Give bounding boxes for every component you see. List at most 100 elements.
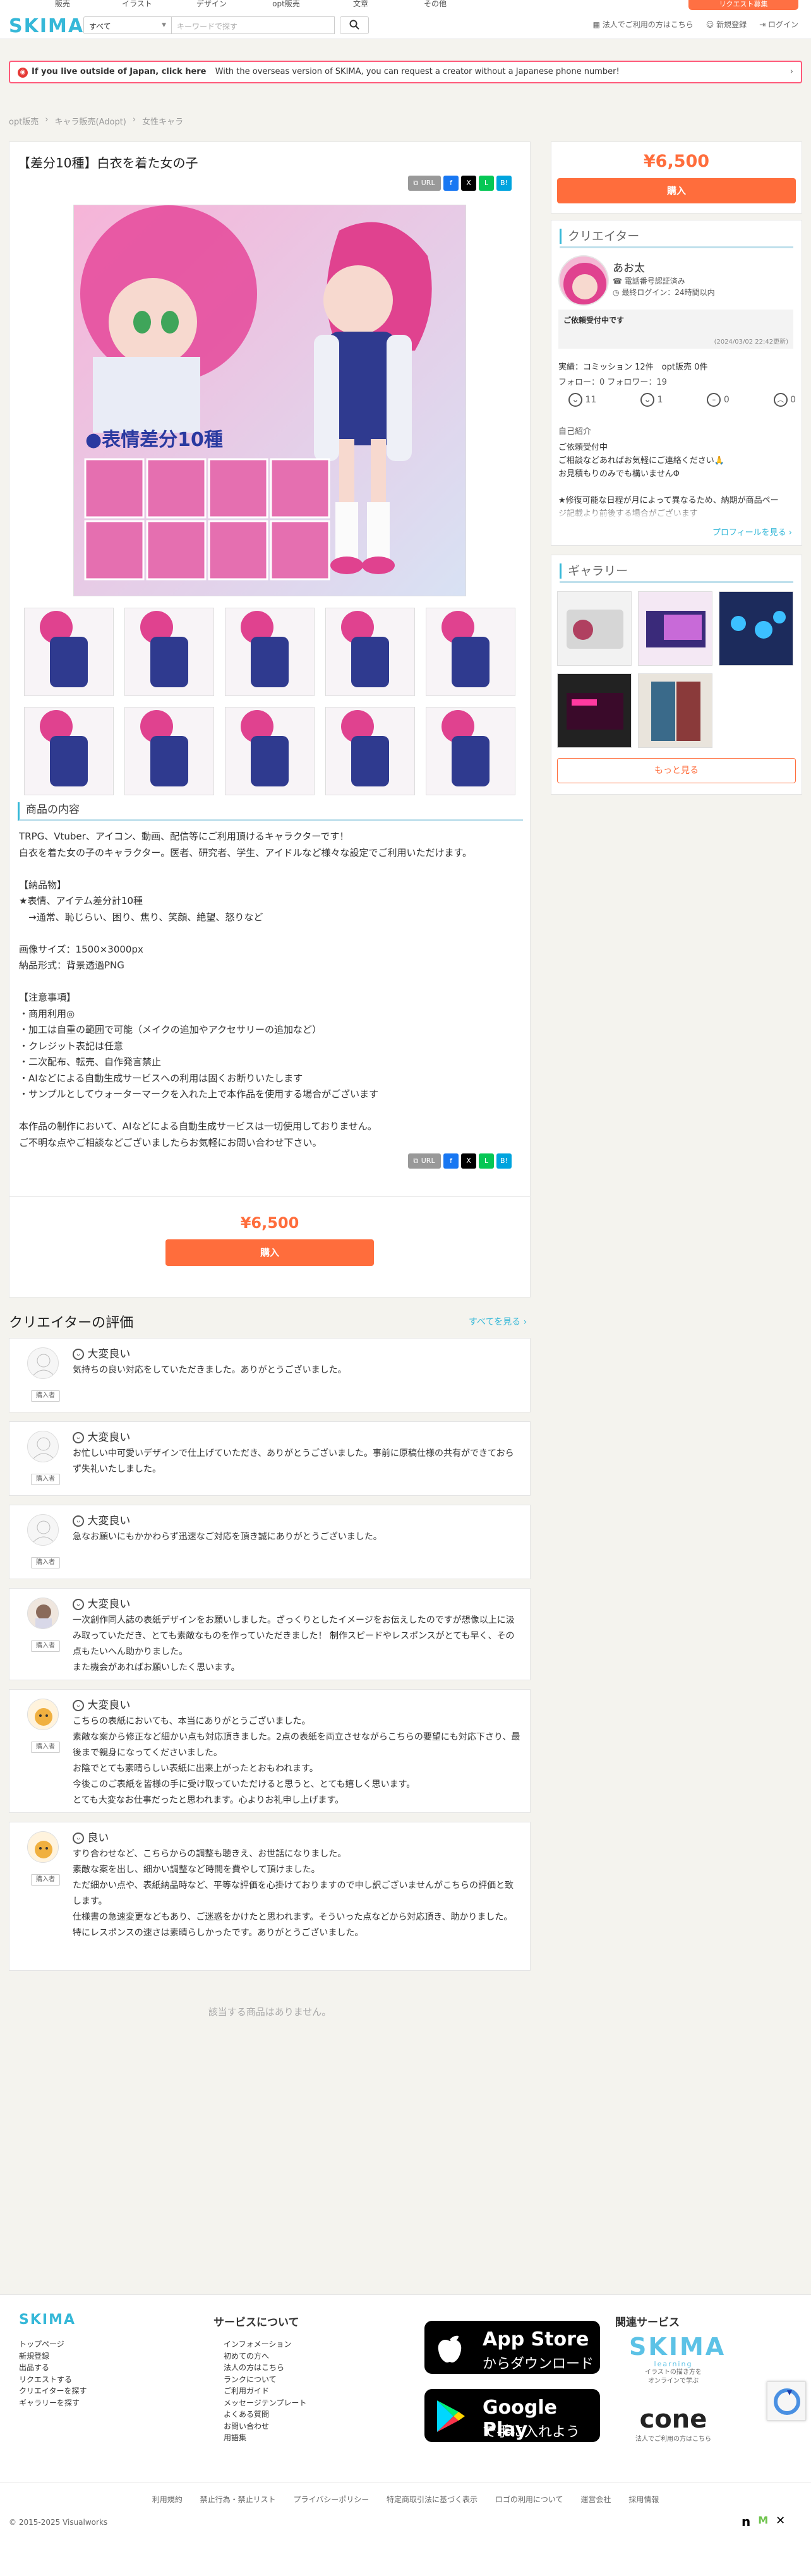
gallery-item[interactable] xyxy=(638,673,712,748)
request-button[interactable]: リクエスト募集 xyxy=(688,0,798,10)
thumbnail[interactable] xyxy=(124,608,214,696)
skima-learning-link[interactable]: SKIMA learning イラストの描き方を オンラインで学ぶ xyxy=(629,2333,724,2386)
category-select[interactable]: すべて ▼ xyxy=(83,16,172,34)
search-button[interactable] xyxy=(340,16,369,34)
footer-link[interactable]: 運営会社 xyxy=(580,2495,611,2504)
note-icon[interactable]: n xyxy=(742,2514,750,2529)
footer-link[interactable]: 初めての方へ xyxy=(224,2350,306,2362)
buy-button-bottom[interactable]: 購入 xyxy=(165,1239,374,1266)
topnav-item-sell[interactable]: 販売 xyxy=(25,0,100,8)
x-icon[interactable]: X xyxy=(461,1153,476,1169)
review-rating: ᴗ 大変良い xyxy=(73,1345,130,1361)
topnav-item-design[interactable]: デザイン xyxy=(174,0,249,8)
app-store-button[interactable]: App Store からダウンロード xyxy=(424,2321,600,2374)
skima-logo[interactable]: SKIMA xyxy=(9,15,84,37)
gallery-item[interactable] xyxy=(719,591,793,666)
last-login: ◷ 最終ログイン：24時間以内 xyxy=(613,288,715,297)
creator-follow: フォロー：0 フォロワー：19 xyxy=(558,378,667,387)
footer-link[interactable]: 法人の方はこちら xyxy=(224,2362,306,2374)
login-link[interactable]: ⇥ ログイン xyxy=(759,19,798,30)
copy-url-button[interactable]: ⧉ URL xyxy=(408,1153,441,1169)
footer-link[interactable]: ランクについて xyxy=(224,2374,306,2386)
happy-face-icon: ᴗ xyxy=(73,1599,84,1610)
share-buttons: ⧉ URL f X L B! xyxy=(408,176,512,191)
thumbnail[interactable] xyxy=(225,608,315,696)
gallery-item[interactable] xyxy=(638,591,712,666)
reviews-see-all-link[interactable]: すべてを見る › xyxy=(469,1315,527,1328)
footer-link[interactable]: ご利用ガイド xyxy=(224,2385,306,2397)
buy-button[interactable]: 購入 xyxy=(557,178,796,203)
footer-link[interactable]: よくある質問 xyxy=(224,2409,306,2421)
footer-link[interactable]: 出品する xyxy=(19,2362,87,2374)
hatena-icon[interactable]: B! xyxy=(496,176,512,191)
cone-desc: 法人でご利用の方はこちら xyxy=(635,2436,711,2443)
thumbnail[interactable] xyxy=(325,707,415,795)
search-input[interactable]: キーワードで探す xyxy=(172,16,335,34)
cone-link[interactable]: cone 法人でご利用の方はこちら xyxy=(629,2405,718,2443)
price-bottom: ¥6,500 xyxy=(240,1214,299,1232)
topnav-item-writing[interactable]: 文章 xyxy=(323,0,398,8)
footer-link[interactable]: インフォメーション xyxy=(224,2338,306,2350)
gallery-more-button[interactable]: もっと見る xyxy=(557,758,796,783)
rating-good: ᴗ 1 xyxy=(640,393,663,407)
footer-link[interactable]: トップページ xyxy=(19,2338,87,2350)
footer-link[interactable]: 特定商取引法に基づく表示 xyxy=(387,2495,478,2504)
footer-link[interactable]: ロゴの利用について xyxy=(495,2495,563,2504)
overseas-banner[interactable]: ◉ If you live outside of Japan, click her… xyxy=(9,61,802,83)
gallery-item[interactable] xyxy=(557,591,632,666)
copy-url-button[interactable]: ⧉ URL xyxy=(408,176,441,191)
gallery-item[interactable] xyxy=(557,673,632,748)
buyer-badge: 購入者 xyxy=(31,1474,60,1485)
hatena-icon[interactable]: B! xyxy=(496,1153,512,1169)
chevron-right-icon: › xyxy=(790,67,793,76)
facebook-icon[interactable]: f xyxy=(443,176,459,191)
footer-logo[interactable]: SKIMA xyxy=(19,2312,76,2328)
google-play-button[interactable]: Google Play で手に入れよう xyxy=(424,2389,600,2442)
footer-link[interactable]: リクエストする xyxy=(19,2374,87,2386)
x-icon[interactable]: X xyxy=(461,176,476,191)
breadcrumb-item[interactable]: 女性キャラ xyxy=(142,115,183,127)
thumbnail[interactable] xyxy=(124,707,214,795)
creator-name[interactable]: あお太 xyxy=(613,259,645,275)
sad-face-icon: ︵ xyxy=(773,393,788,407)
footer-link[interactable]: 用語集 xyxy=(224,2432,306,2444)
signup-link[interactable]: ☺ 新規登録 xyxy=(706,19,747,30)
footer-link[interactable]: プライバシーポリシー xyxy=(293,2495,369,2504)
product-title: 【差分10種】白衣を着た女の子 xyxy=(18,155,198,171)
product-main-image[interactable]: ●表情差分10種 xyxy=(73,205,466,596)
thumbnail[interactable] xyxy=(24,707,114,795)
line-icon[interactable]: L xyxy=(479,1153,494,1169)
footer-link[interactable]: クリエイターを探す xyxy=(19,2385,87,2397)
footer-link[interactable]: ギャラリーを探す xyxy=(19,2397,87,2409)
x-icon[interactable]: ✕ xyxy=(776,2514,785,2529)
breadcrumb-item[interactable]: キャラ販売(Adopt) xyxy=(55,115,126,127)
topnav-item-illust[interactable]: イラスト xyxy=(100,0,174,8)
footer-link[interactable]: お問い合わせ xyxy=(224,2421,306,2433)
site-header: SKIMA すべて ▼ キーワードで探す ▦ 法人でご利用の方はこちら ☺ 新規登… xyxy=(0,11,811,39)
topnav-item-other[interactable]: その他 xyxy=(398,0,472,8)
thumbnail[interactable] xyxy=(325,608,415,696)
thumbnail[interactable] xyxy=(225,707,315,795)
thumbnail[interactable] xyxy=(426,707,515,795)
thumbnail[interactable] xyxy=(24,608,114,696)
footer-link[interactable]: 利用規約 xyxy=(152,2495,183,2504)
footer-link[interactable]: 採用情報 xyxy=(628,2495,659,2504)
status-box: ご依頼受付中です (2024/03/02 22:42更新) xyxy=(558,310,793,349)
reviews-title: クリエイターの評価 xyxy=(9,1315,134,1331)
buyer-badge: 購入者 xyxy=(31,1390,60,1402)
footer-link[interactable]: 新規登録 xyxy=(19,2350,87,2362)
avatar[interactable] xyxy=(558,255,609,306)
line-icon[interactable]: L xyxy=(479,176,494,191)
thumbnail[interactable] xyxy=(426,608,515,696)
media-icon[interactable]: M xyxy=(758,2514,768,2529)
profile-link[interactable]: プロフィールを見る › xyxy=(712,526,792,538)
footer-link[interactable]: 禁止行為・禁止リスト xyxy=(200,2495,276,2504)
facebook-icon[interactable]: f xyxy=(443,1153,459,1169)
user-plus-icon: ☺ xyxy=(706,20,717,29)
review-text: 急なお願いにもかかわらず迅速なご対応を頂き誠にありがとうございました。 xyxy=(73,1532,382,1542)
breadcrumb-item[interactable]: opt販売 xyxy=(9,115,39,127)
topnav-item-opt[interactable]: opt販売 xyxy=(249,0,323,8)
footer-link[interactable]: メッセージテンプレート xyxy=(224,2397,306,2409)
corporate-link[interactable]: ▦ 法人でご利用の方はこちら xyxy=(593,19,694,30)
learning-desc: イラストの描き方を オンラインで学ぶ xyxy=(645,2369,702,2385)
